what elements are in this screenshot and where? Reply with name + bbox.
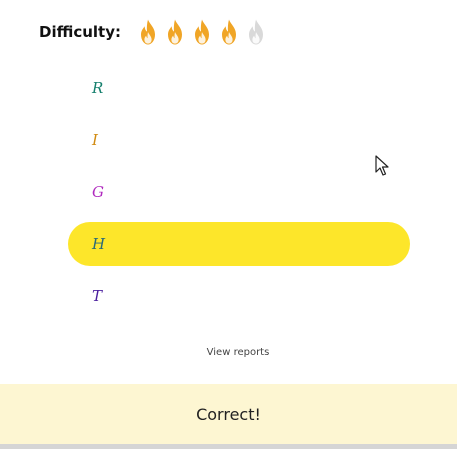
answer-option-t[interactable]: T xyxy=(68,274,410,318)
flame-icon xyxy=(221,19,236,45)
flame-icon xyxy=(167,19,182,45)
difficulty-flames xyxy=(136,18,268,46)
difficulty-rating: Difficulty: xyxy=(39,14,268,50)
answer-option-i[interactable]: I xyxy=(68,118,410,162)
answer-option-letter: R xyxy=(92,79,104,97)
difficulty-label: Difficulty: xyxy=(39,23,121,41)
result-banner: Correct! xyxy=(0,384,457,449)
answer-options: R I G H T xyxy=(68,66,410,326)
result-text: Correct! xyxy=(196,404,261,424)
flame-icon xyxy=(140,19,155,45)
flame-icon xyxy=(194,19,209,45)
view-reports-link[interactable]: View reports xyxy=(0,347,457,358)
answer-option-letter: I xyxy=(92,131,98,149)
answer-option-g[interactable]: G xyxy=(68,170,410,214)
answer-option-h[interactable]: H xyxy=(68,222,410,266)
answer-option-letter: H xyxy=(92,235,106,253)
mouse-cursor-icon xyxy=(375,155,389,176)
answer-option-r[interactable]: R xyxy=(68,66,410,110)
answer-option-letter: T xyxy=(92,287,103,305)
answer-option-letter: G xyxy=(92,183,104,201)
flame-icon xyxy=(248,19,263,45)
